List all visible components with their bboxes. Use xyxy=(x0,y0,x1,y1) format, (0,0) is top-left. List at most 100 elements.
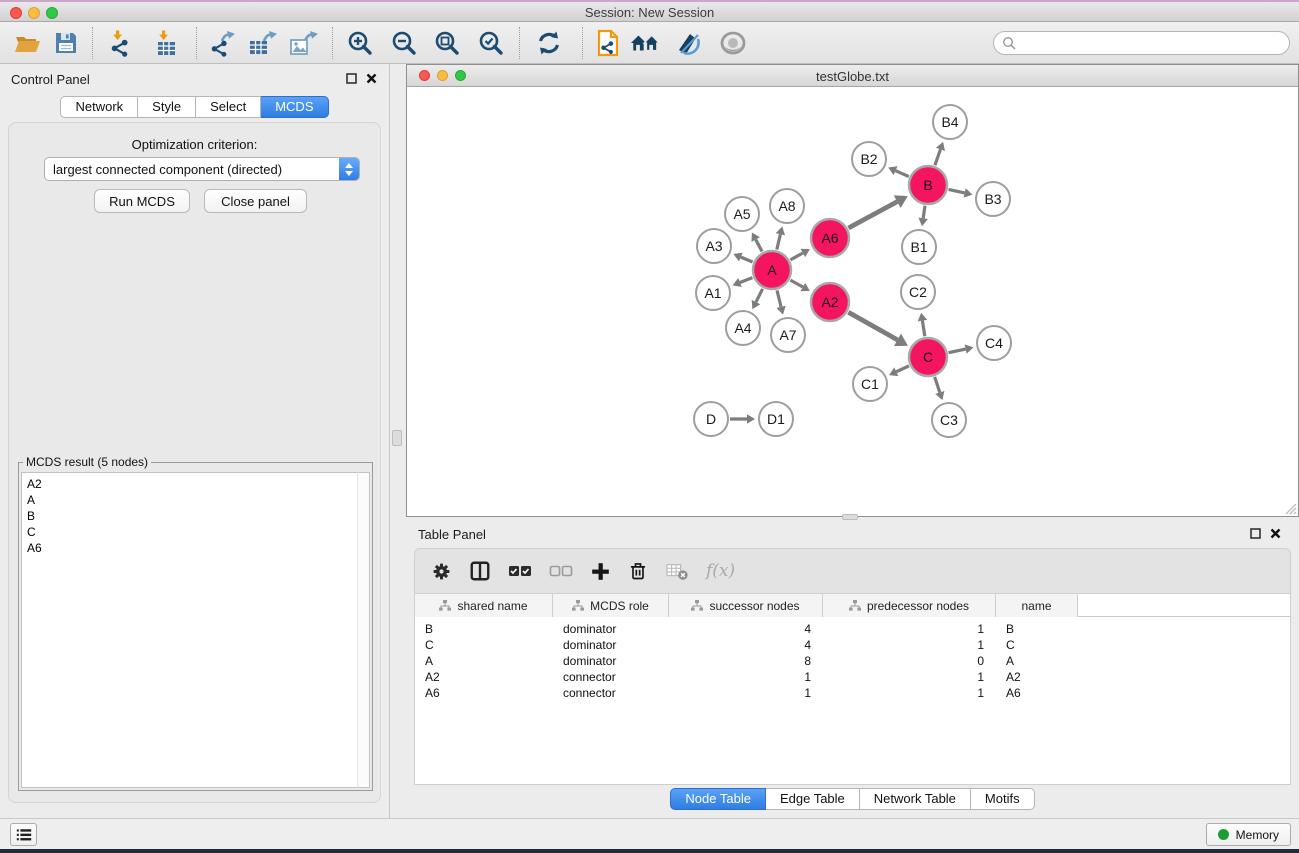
result-scrollbar[interactable] xyxy=(357,472,370,788)
memory-button[interactable]: Memory xyxy=(1206,823,1291,846)
table-row[interactable]: Bdominator41B xyxy=(415,621,1290,637)
import-network-button[interactable] xyxy=(104,28,136,58)
criterion-dropdown[interactable]: largest connected component (directed) xyxy=(44,157,360,181)
vertical-splitter-handle[interactable] xyxy=(392,430,402,446)
float-icon[interactable] xyxy=(1250,528,1261,539)
delete-table-icon[interactable] xyxy=(665,561,689,581)
export-table-button[interactable] xyxy=(247,28,279,58)
close-icon[interactable] xyxy=(1270,528,1281,539)
tab-mcds[interactable]: MCDS xyxy=(261,96,328,118)
graph-node-B[interactable]: B xyxy=(909,166,947,204)
table-row[interactable]: Adominator80A xyxy=(415,653,1290,669)
delete-icon[interactable] xyxy=(628,560,648,582)
table-row[interactable]: A6connector11A6 xyxy=(415,685,1290,701)
graph-node-A[interactable]: A xyxy=(753,251,791,289)
open-session-button[interactable] xyxy=(12,28,44,58)
graph-node-C1[interactable]: C1 xyxy=(853,367,887,401)
refresh-button[interactable] xyxy=(533,28,565,58)
graph-node-A2[interactable]: A2 xyxy=(811,283,849,321)
tab-edge-table[interactable]: Edge Table xyxy=(766,788,860,810)
graph-edge-A-A8[interactable] xyxy=(777,234,781,249)
graph-edge-C-C3[interactable] xyxy=(935,377,940,393)
mcds-result-list[interactable]: A2ABCA6 xyxy=(21,472,370,788)
function-builder-icon[interactable]: f(x) xyxy=(706,561,735,581)
export-image-button[interactable] xyxy=(288,28,320,58)
memory-label: Memory xyxy=(1236,828,1279,842)
graph-edge-B-B2[interactable] xyxy=(896,171,909,177)
graph-edge-B-B1[interactable] xyxy=(923,206,925,219)
graph-node-C4[interactable]: C4 xyxy=(977,326,1011,360)
tab-style[interactable]: Style xyxy=(138,96,196,118)
select-all-icon[interactable] xyxy=(508,563,532,579)
save-session-button[interactable] xyxy=(50,28,82,58)
search-input[interactable] xyxy=(1016,36,1281,50)
graph-edge-A-A2[interactable] xyxy=(790,280,802,287)
table-row[interactable]: Cdominator41C xyxy=(415,637,1290,653)
network-file-button[interactable] xyxy=(592,28,624,58)
network-canvas[interactable]: B4 B2 B B3 A5 A8A6 A3 B1 A A1 C2 A2 A4 A7 C C4 C1 C3 D D1 xyxy=(407,87,1298,516)
graph-edge-A-A4[interactable] xyxy=(756,289,763,302)
graph-node-C[interactable]: C xyxy=(909,338,947,376)
column-header-name[interactable]: name xyxy=(996,594,1078,617)
graph-edge-A-A7[interactable] xyxy=(777,290,781,306)
zoom-in-button[interactable] xyxy=(344,28,376,58)
import-table-button[interactable] xyxy=(150,28,182,58)
graph-edge-A-A5[interactable] xyxy=(756,240,762,252)
zoom-fit-button[interactable] xyxy=(431,28,463,58)
show-columns-icon[interactable] xyxy=(469,560,491,582)
graph-node-A1[interactable]: A1 xyxy=(696,276,730,310)
tab-network-table[interactable]: Network Table xyxy=(860,788,971,810)
graph-node-B4[interactable]: B4 xyxy=(933,105,967,139)
task-history-button[interactable] xyxy=(10,823,37,846)
horizontal-splitter-handle[interactable] xyxy=(842,514,858,520)
graph-node-B2[interactable]: B2 xyxy=(852,142,886,176)
graph-node-B3[interactable]: B3 xyxy=(976,182,1010,216)
graph-edge-C-C2[interactable] xyxy=(922,321,924,337)
graph-node-D[interactable]: D xyxy=(694,402,728,436)
run-mcds-button[interactable]: Run MCDS xyxy=(94,189,190,213)
table-row[interactable]: A2connector11A2 xyxy=(415,669,1290,685)
graph-edge-B-B3[interactable] xyxy=(949,189,965,192)
resize-grip-icon[interactable] xyxy=(1283,501,1297,515)
graph-edge-C-C1[interactable] xyxy=(896,366,909,372)
graph-node-A7[interactable]: A7 xyxy=(771,318,805,352)
column-header-MCDS-role[interactable]: MCDS role xyxy=(553,594,669,617)
graph-edge-B-B4[interactable] xyxy=(935,149,941,165)
graph-node-C2[interactable]: C2 xyxy=(901,275,935,309)
network-graph[interactable]: B4 B2 B B3 A5 A8A6 A3 B1 A A1 C2 A2 A4 A7 C C4 C1 C3 D D1 xyxy=(407,87,1298,516)
hide-annotations-button[interactable] xyxy=(673,28,705,58)
graph-edge-A-A3[interactable] xyxy=(741,257,753,262)
graph-node-C3[interactable]: C3 xyxy=(932,403,966,437)
graph-node-A5[interactable]: A5 xyxy=(725,197,759,231)
graph-edge-A-A6[interactable] xyxy=(790,253,802,260)
column-header-successor-nodes[interactable]: successor nodes xyxy=(669,594,823,617)
graph-node-D1[interactable]: D1 xyxy=(759,402,793,436)
graph-node-A4[interactable]: A4 xyxy=(726,311,760,345)
graph-node-B1[interactable]: B1 xyxy=(902,230,936,264)
add-column-icon[interactable] xyxy=(590,561,611,582)
graph-node-A8[interactable]: A8 xyxy=(770,189,804,223)
graph-edge-A-A1[interactable] xyxy=(740,278,752,283)
column-header-shared-name[interactable]: shared name xyxy=(415,594,553,617)
deselect-all-icon[interactable] xyxy=(549,563,573,579)
tab-network[interactable]: Network xyxy=(60,96,138,118)
home-button[interactable] xyxy=(630,28,662,58)
graph-edge-A2-C[interactable] xyxy=(848,312,897,340)
tab-node-table[interactable]: Node Table xyxy=(670,788,766,810)
close-panel-button[interactable]: Close panel xyxy=(204,189,307,213)
export-network-button[interactable] xyxy=(206,28,238,58)
birds-eye-view-button[interactable] xyxy=(717,28,749,58)
zoom-out-button[interactable] xyxy=(388,28,420,58)
tab-motifs[interactable]: Motifs xyxy=(971,788,1035,810)
graph-edge-C-C4[interactable] xyxy=(949,349,966,353)
network-window-titlebar[interactable]: testGlobe.txt xyxy=(407,65,1298,87)
tab-select[interactable]: Select xyxy=(196,96,261,118)
settings-gear-icon[interactable] xyxy=(431,561,452,582)
zoom-selected-button[interactable] xyxy=(475,28,507,58)
float-icon[interactable] xyxy=(346,73,357,84)
close-icon[interactable] xyxy=(366,73,377,84)
graph-node-A6[interactable]: A6 xyxy=(811,219,849,257)
graph-node-A3[interactable]: A3 xyxy=(697,229,731,263)
column-header-predecessor-nodes[interactable]: predecessor nodes xyxy=(823,594,996,617)
graph-edge-A6-B[interactable] xyxy=(848,202,897,228)
